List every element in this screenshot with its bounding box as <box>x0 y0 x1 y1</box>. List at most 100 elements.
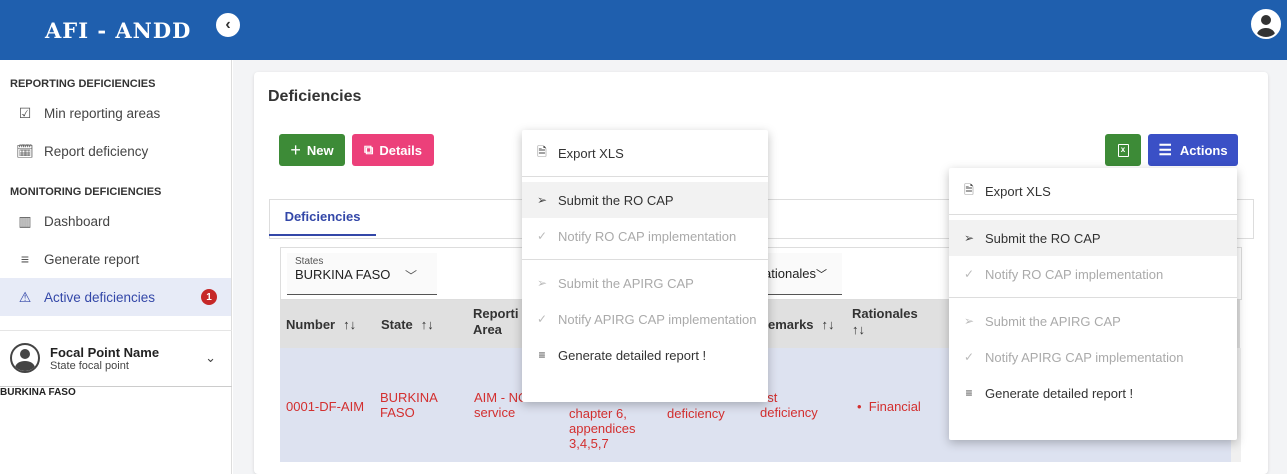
country-label: BURKINA FASO <box>0 386 232 400</box>
menu-item-notify-ro-cap[interactable]: ✓ Notify RO CAP implementation <box>522 218 768 254</box>
menu-item-notify-ro-cap[interactable]: ✓ Notify RO CAP implementation <box>949 256 1237 292</box>
states-filter[interactable]: States BURKINA FASO ﹀ <box>287 253 437 295</box>
page-title: Deficiencies <box>268 88 362 105</box>
cell-state-line: BURKINA <box>380 390 438 405</box>
menu-item-generate-report[interactable]: ≡ Generate detailed report ! <box>949 375 1237 411</box>
checkbox-icon: ☑ <box>18 104 32 121</box>
actions-button[interactable]: ☰ Actions <box>1148 134 1238 166</box>
details-button[interactable]: ⧉ Details <box>352 134 434 166</box>
menu-divider <box>522 176 768 177</box>
menu-item-submit-apirg-cap[interactable]: ➢ Submit the APIRG CAP <box>949 303 1237 339</box>
cell-reporting-area: AIM - NC service <box>474 390 527 420</box>
menu-item-label: Submit the RO CAP <box>985 230 1101 246</box>
new-button[interactable]: + New <box>279 134 345 166</box>
excel-icon: x <box>1117 143 1129 157</box>
states-filter-label: States <box>295 256 324 267</box>
user-profile[interactable]: Focal Point Name State focal point ⌄ <box>0 330 232 385</box>
details-button-label: Details <box>379 142 422 158</box>
cell-ref-line: 3,4,5,7 <box>569 436 609 451</box>
list-icon: ≡ <box>20 251 30 267</box>
cell-area-line: service <box>474 405 516 420</box>
sidebar-item-active-deficiencies[interactable]: ⚠ Active deficiencies 1 <box>0 278 231 316</box>
sidebar-item-label: Dashboard <box>44 213 111 229</box>
list-icon: ≡ <box>965 386 973 400</box>
header-label: State <box>381 316 413 332</box>
app-title: AFI - ANDD <box>45 17 192 43</box>
menu-item-label: Notify APIRG CAP implementation <box>985 349 1184 365</box>
menu-item-label: Notify APIRG CAP implementation <box>558 311 757 327</box>
menu-divider <box>949 297 1237 298</box>
column-header-reporting-area[interactable]: Reporti Area <box>473 300 519 348</box>
cell-remarks-line: deficiency <box>760 405 818 420</box>
user-avatar-icon <box>1257 15 1275 37</box>
send-icon: ➢ <box>536 276 548 290</box>
cell-reference: chapter 6, appendices 3,4,5,7 <box>569 406 636 451</box>
column-header-rationales[interactable]: Rationales ↑↓ <box>852 300 918 348</box>
check-icon: ✓ <box>536 312 548 326</box>
sidebar-item-label: Min reporting areas <box>44 105 161 121</box>
menu-item-generate-report[interactable]: ≡ Generate detailed report ! <box>522 337 768 373</box>
actions-button-label: Actions <box>1179 142 1228 158</box>
menu-item-label: Generate detailed report ! <box>558 347 707 363</box>
column-header-state[interactable]: State ↑↓ <box>381 300 434 348</box>
chevron-down-icon: ⌄ <box>205 350 216 365</box>
excel-icon: 🗎 <box>537 144 547 159</box>
sort-icon: ↑↓ <box>420 316 434 332</box>
actions-menu-right: 🗎 Export XLS ➢ Submit the RO CAP ✓ Notify R… <box>949 168 1237 440</box>
section-reporting: REPORTING DEFICIENCIES <box>10 78 156 90</box>
bar-chart-icon: ▥ <box>18 212 32 229</box>
header-label: Rationales <box>852 306 918 321</box>
calendar-icon: 🗓 <box>16 142 34 159</box>
menu-item-submit-ro-cap[interactable]: ➢ Submit the RO CAP <box>949 220 1237 256</box>
sidebar: REPORTING DEFICIENCIES ☑ Min reporting a… <box>0 60 232 474</box>
chevron-down-icon: ﹀ <box>404 269 417 283</box>
menu-item-label: Submit the RO CAP <box>558 192 674 208</box>
copy-icon: ⧉ <box>364 142 374 157</box>
sidebar-item-dashboard[interactable]: ▥ Dashboard <box>0 202 231 240</box>
sidebar-item-min-reporting-areas[interactable]: ☑ Min reporting areas <box>0 94 231 132</box>
menu-item-notify-apirg-cap[interactable]: ✓ Notify APIRG CAP implementation <box>949 339 1237 375</box>
menu-item-submit-ro-cap[interactable]: ➢ Submit the RO CAP <box>522 182 768 218</box>
rationales-filter[interactable]: ationales ﹀ <box>760 253 842 295</box>
send-icon: ➢ <box>963 314 975 328</box>
sort-icon: ↑↓ <box>343 316 357 332</box>
menu-item-export-xls[interactable]: 🗎 Export XLS <box>949 173 1237 209</box>
sidebar-item-report-deficiency[interactable]: 🗓 Report deficiency <box>0 132 231 170</box>
menu-item-label: Export XLS <box>985 183 1051 199</box>
menu-item-label: Export XLS <box>558 145 624 161</box>
menu-item-export-xls[interactable]: 🗎 Export XLS <box>522 135 768 171</box>
column-header-number[interactable]: Number ↑↓ <box>286 300 356 348</box>
menu-item-submit-apirg-cap[interactable]: ➢ Submit the APIRG CAP <box>522 265 768 301</box>
sidebar-item-generate-report[interactable]: ≡ Generate report <box>0 240 231 278</box>
sort-icon: ↑↓ <box>821 316 835 332</box>
new-button-label: New <box>306 142 334 158</box>
send-icon: ➢ <box>963 231 975 245</box>
menu-item-label: Notify RO CAP implementation <box>558 228 737 244</box>
menu-item-label: Submit the APIRG CAP <box>558 275 694 291</box>
sidebar-item-label: Active deficiencies <box>44 289 156 305</box>
export-excel-button[interactable]: x <box>1105 134 1141 166</box>
column-header-remarks[interactable]: emarks ↑↓ <box>768 300 835 348</box>
menu-item-notify-apirg-cap[interactable]: ✓ Notify APIRG CAP implementation <box>522 301 768 337</box>
rationale-value: Financial <box>868 399 921 414</box>
check-icon: ✓ <box>536 229 548 243</box>
user-menu-button[interactable] <box>1251 9 1281 39</box>
menu-divider <box>949 214 1237 215</box>
cell-rationales: • Financial <box>857 399 921 414</box>
cell-remarks-line: est <box>760 390 778 405</box>
chevron-down-icon: ﹀ <box>816 268 828 281</box>
menu-item-label: Generate detailed report ! <box>985 385 1134 401</box>
cell-ref-line: chapter 6, <box>569 406 627 421</box>
tab-deficiencies[interactable]: Deficiencies <box>269 199 376 236</box>
avatar <box>10 343 40 373</box>
collapse-sidebar-button[interactable]: ‹ <box>214 11 242 39</box>
actions-menu-left: 🗎 Export XLS ➢ Submit the RO CAP ✓ Notify R… <box>522 130 768 402</box>
cell-area-line: AIM - NC <box>474 390 528 405</box>
chevron-left-icon: ‹ <box>225 16 231 33</box>
cell-ref-line: appendices <box>569 421 636 436</box>
profile-role: State focal point <box>50 359 129 372</box>
warning-icon: ⚠ <box>18 288 32 305</box>
menu-divider <box>522 259 768 260</box>
sidebar-item-label: Generate report <box>44 251 140 267</box>
notification-badge: 1 <box>201 289 217 305</box>
